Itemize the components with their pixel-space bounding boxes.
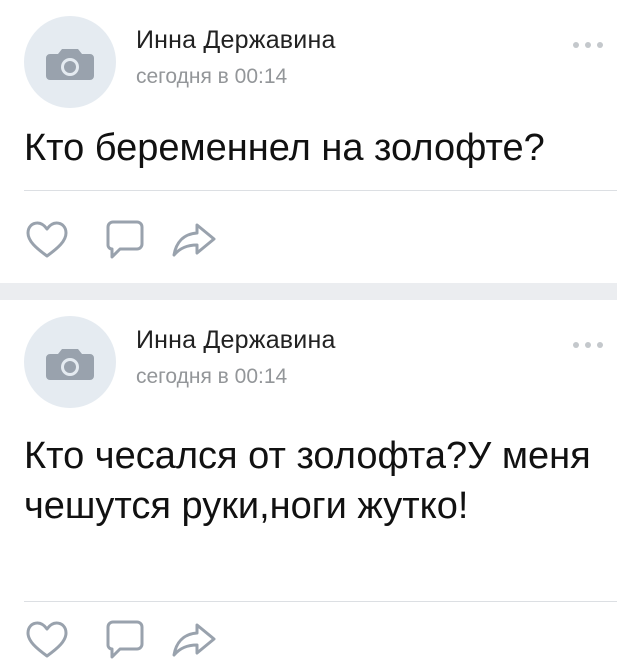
post-text: Кто чесался от золофта?У меня чешутся ру… — [24, 435, 591, 527]
more-icon[interactable] — [571, 340, 605, 350]
share-icon — [172, 623, 216, 657]
post-text: Кто беременнел на золофте? — [24, 127, 545, 169]
post-author[interactable]: Инна Державина — [136, 326, 336, 355]
share-button[interactable] — [170, 220, 220, 260]
like-button[interactable] — [24, 620, 74, 660]
like-button[interactable] — [24, 220, 74, 260]
divider — [24, 601, 617, 602]
camera-icon — [46, 49, 94, 80]
comment-button[interactable] — [100, 620, 150, 660]
share-icon — [172, 223, 216, 257]
heart-icon — [26, 621, 68, 658]
post-card: Инна Державина сегодня в 00:14 Кто чесал… — [0, 300, 617, 659]
divider — [24, 190, 617, 191]
comment-icon — [106, 620, 144, 659]
post-time[interactable]: сегодня в 00:14 — [136, 365, 287, 389]
post-card: Инна Державина сегодня в 00:14 Кто берем… — [0, 0, 617, 283]
more-icon[interactable] — [571, 40, 605, 50]
feed-separator — [0, 283, 617, 300]
camera-icon — [46, 349, 94, 380]
comment-icon — [106, 220, 144, 259]
avatar[interactable] — [24, 16, 116, 108]
post-author[interactable]: Инна Державина — [136, 26, 336, 55]
heart-icon — [26, 221, 68, 258]
avatar[interactable] — [24, 316, 116, 408]
share-button[interactable] — [170, 620, 220, 660]
comment-button[interactable] — [100, 220, 150, 260]
post-time[interactable]: сегодня в 00:14 — [136, 65, 287, 89]
